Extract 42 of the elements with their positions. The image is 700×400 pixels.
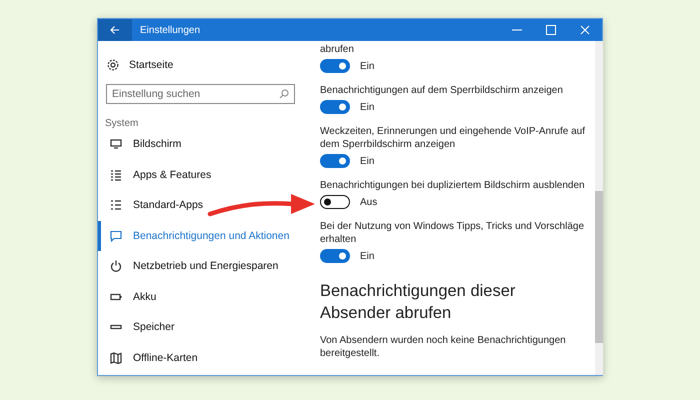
- toggle-switch[interactable]: [320, 195, 350, 209]
- sidebar-item[interactable]: Standard-Apps: [98, 190, 204, 220]
- sidebar-item[interactable]: Apps & Features: [98, 160, 212, 190]
- toggle-state: Ein: [360, 102, 374, 112]
- monitor-icon: [110, 138, 122, 150]
- window-title: Einstellungen: [140, 24, 202, 36]
- sidebar-item[interactable]: Netzbetrieb und Energiesparen: [98, 251, 278, 282]
- toggle-state: Aus: [360, 196, 378, 208]
- maximize-icon: [546, 25, 556, 35]
- toggle-switch[interactable]: [320, 100, 350, 114]
- map-icon: [110, 352, 122, 364]
- toggle-state: Ein: [360, 60, 374, 72]
- sidebar-item[interactable]: Bildschirm: [98, 129, 182, 160]
- power-icon: [110, 260, 122, 272]
- search-icon: [279, 89, 289, 99]
- section-heading: Benachrichtigungen dieser Absender abrufen: [320, 281, 516, 324]
- toggle-switch[interactable]: [320, 59, 350, 73]
- sidebar-item[interactable]: Akku: [98, 282, 156, 312]
- sidebar-item[interactable]: Speicher: [98, 312, 174, 342]
- setting-label: Benachrichtigungen bei dupliziertem Bildschirm ausblenden: [320, 179, 586, 192]
- setting-label: Bei der Nutzung von Windows Tipps, Tricks und Vorschläge erhalten: [320, 220, 586, 246]
- sidebar-item[interactable]: Benachrichtigungen und Aktionen: [98, 220, 290, 251]
- list-icon: [110, 168, 122, 181]
- settings-icon: [107, 59, 119, 71]
- message-icon: [110, 230, 122, 242]
- section-label: System: [105, 118, 140, 129]
- setting-label: Weckzeiten, Erinnerungen und eingehende VoIP-Anrufe auf dem Sperrbildschirm anzeigen: [320, 125, 586, 151]
- setting-label: abrufen: [320, 43, 355, 56]
- toggle-switch[interactable]: [320, 249, 350, 263]
- toggle-state: Ein: [360, 250, 374, 262]
- sidebar-item[interactable]: Offline-Karten: [98, 342, 198, 373]
- toggle-state: Ein: [360, 156, 374, 166]
- scrollbar[interactable]: [595, 41, 603, 375]
- search-field[interactable]: Einstellung suchen: [106, 84, 295, 104]
- close-icon: [580, 25, 590, 35]
- home-item[interactable]: Startseite: [98, 50, 302, 80]
- toggle-switch[interactable]: [320, 154, 350, 168]
- back-arrow-icon: [110, 25, 120, 35]
- list-icon: [110, 199, 122, 212]
- back-button[interactable]: [98, 19, 132, 41]
- info-text: Von Absendern wurden noch keine Benachrichtigungen bereitgestellt.: [320, 334, 567, 360]
- setting-label: Benachrichtigungen auf dem Sperrbildschirm anzeigen: [320, 84, 564, 97]
